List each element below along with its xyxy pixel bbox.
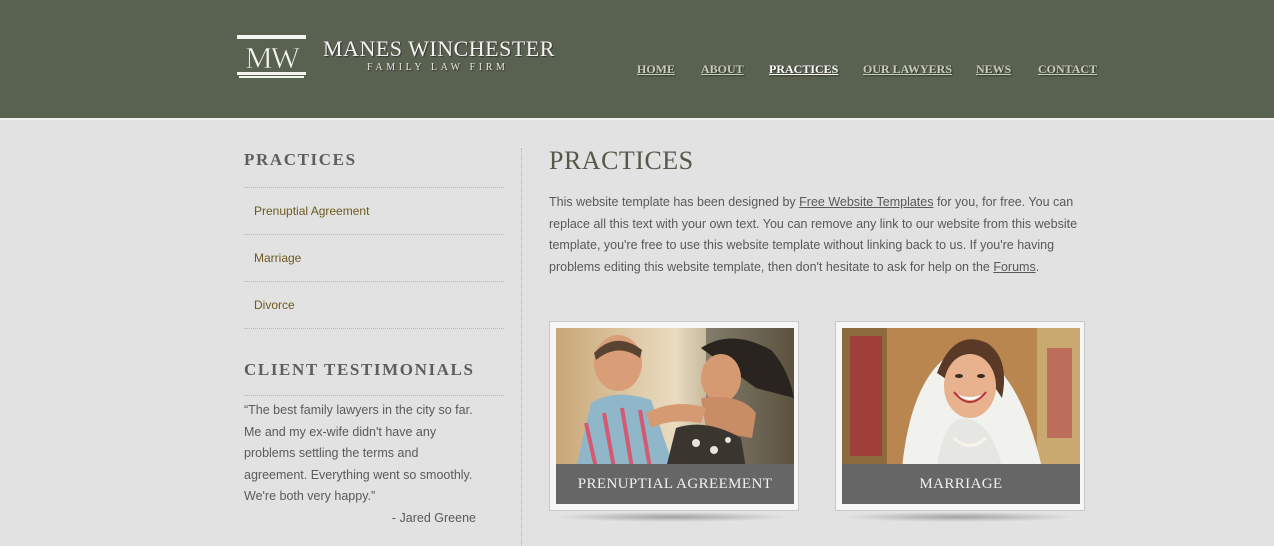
nav-home[interactable]: HOME [637,62,675,77]
page-title: PRACTICES [549,146,694,175]
list-item: Divorce [244,282,504,329]
nav-about[interactable]: ABOUT [701,62,744,77]
testimonial: “The best family lawyers in the city so … [244,400,476,529]
sidebar-link-prenuptial[interactable]: Prenuptial Agreement [244,188,504,234]
site-header: MW MANES WINCHESTER FAMILY LAW FIRM HOME… [0,0,1274,120]
free-website-templates-link[interactable]: Free Website Templates [799,195,933,209]
forums-link[interactable]: Forums [993,260,1035,274]
sidebar-link-divorce[interactable]: Divorce [244,282,504,328]
bride-photo [842,328,1080,468]
card-label-prenuptial: PRENUPTIAL AGREEMENT [556,464,794,504]
logo-name: MANES WINCHESTER [323,36,555,61]
practices-list: Prenuptial Agreement Marriage Divorce [244,187,504,329]
intro-paragraph: This website template has been designed … [549,192,1089,278]
main-content: PRACTICES This website template has been… [549,146,1089,522]
sidebar-practices-title: PRACTICES [244,150,357,169]
couple-photo [556,328,794,468]
card-shadow [840,512,1076,522]
sidebar-testimonials-title: CLIENT TESTIMONIALS [244,360,475,379]
nav-our-lawyers[interactable]: OUR LAWYERS [863,62,952,77]
list-item: Prenuptial Agreement [244,188,504,235]
list-item: Marriage [244,235,504,282]
sidebar-link-marriage[interactable]: Marriage [244,235,504,281]
nav-practices[interactable]: PRACTICES [769,62,838,77]
main-nav: HOME ABOUT PRACTICES OUR LAWYERS NEWS CO… [0,62,1274,82]
card-shadow [554,512,790,522]
nav-news[interactable]: NEWS [976,62,1011,77]
intro-text-3: . [1035,259,1040,274]
intro-text-1: This website template has been designed … [549,195,800,209]
practice-card-marriage[interactable]: MARRIAGE [835,321,1085,522]
testimonials-divider [244,395,504,396]
card-label-marriage: MARRIAGE [842,464,1080,504]
column-divider [521,148,522,546]
testimonial-text: “The best family lawyers in the city so … [244,403,473,503]
testimonial-author: - Jared Greene [391,510,476,525]
practice-card-prenuptial[interactable]: PRENUPTIAL AGREEMENT [549,321,799,522]
sidebar: PRACTICES Prenuptial Agreement Marriage … [244,150,504,525]
nav-contact[interactable]: CONTACT [1038,62,1097,77]
